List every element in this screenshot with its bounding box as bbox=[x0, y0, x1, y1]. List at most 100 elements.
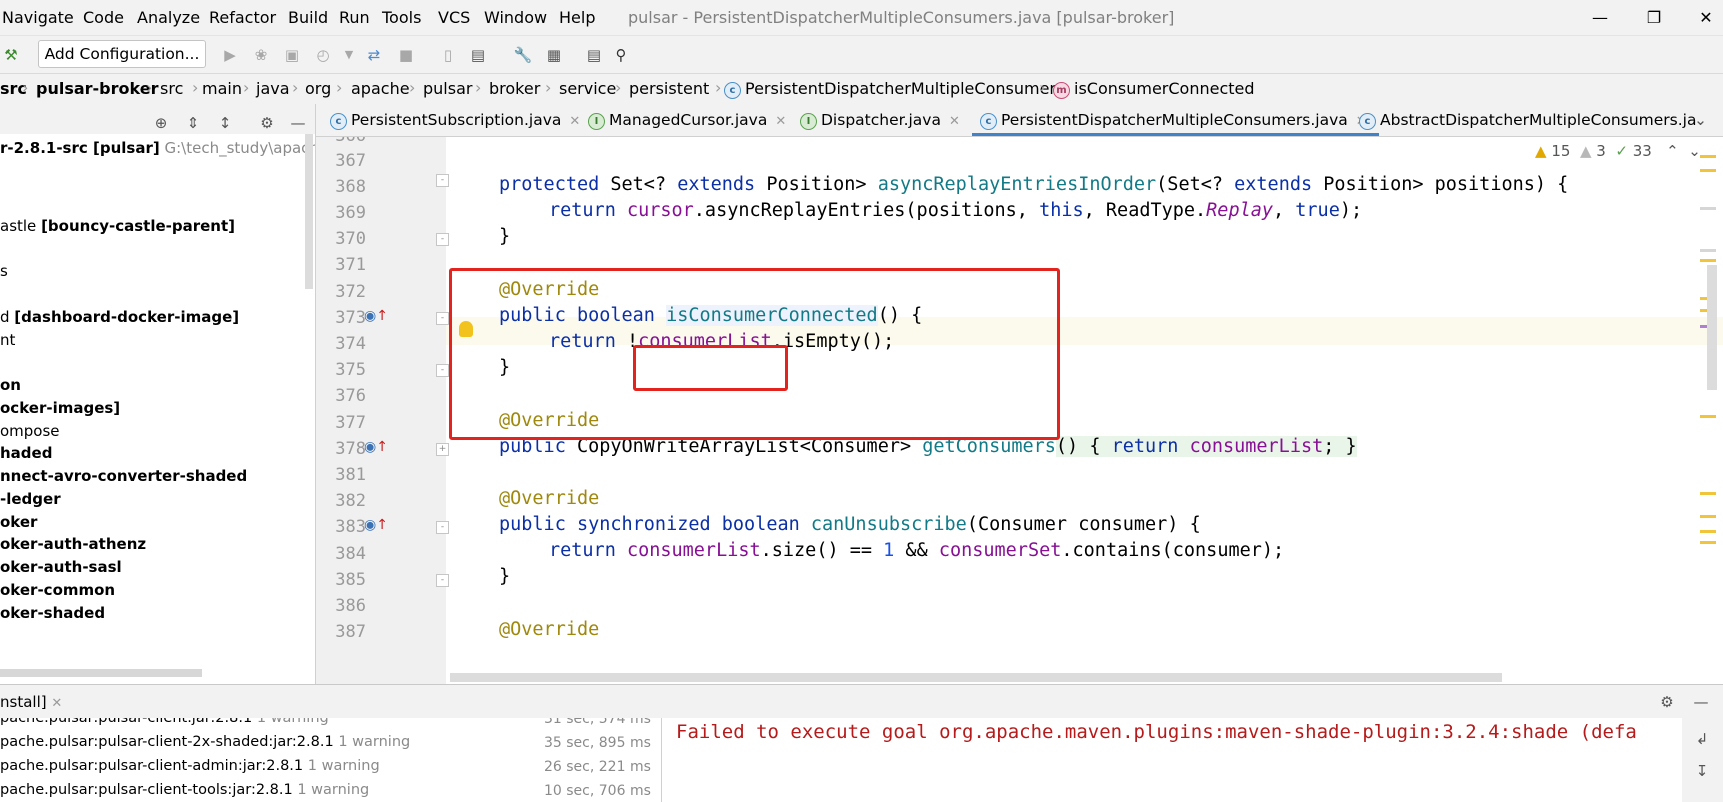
fold-marker-icon[interactable]: - bbox=[436, 233, 449, 246]
crumb-persistent[interactable]: persistent bbox=[629, 79, 709, 98]
tree-item[interactable]: nnect-avro-converter-shaded bbox=[0, 467, 247, 485]
list-item[interactable]: pache.pulsar:pulsar-client.jar:2.8.1 1 w… bbox=[0, 718, 329, 726]
project-structure-icon[interactable]: ▦ bbox=[543, 44, 565, 66]
add-configuration-button[interactable]: Add Configuration... bbox=[38, 40, 206, 68]
crumb-java[interactable]: java bbox=[256, 79, 290, 98]
tree-item[interactable]: oker-auth-sasl bbox=[0, 558, 122, 576]
menu-vcs[interactable]: VCS bbox=[438, 8, 470, 27]
close-tab-icon[interactable]: ✕ bbox=[949, 114, 960, 129]
override-marker-icon[interactable]: ◉↑ bbox=[364, 517, 388, 533]
restore-icon[interactable]: ❐ bbox=[1634, 4, 1674, 32]
crumb-src[interactable]: src bbox=[160, 79, 183, 98]
tree-item[interactable]: nt bbox=[0, 331, 15, 349]
tree-item[interactable]: haded bbox=[0, 444, 52, 462]
crumb-apache[interactable]: apache bbox=[351, 79, 410, 98]
profile-icon[interactable]: ◴ bbox=[312, 44, 334, 66]
error-stripe-mark[interactable] bbox=[1700, 155, 1716, 158]
stop-icon[interactable]: ■ bbox=[395, 44, 417, 66]
more-run-dropdown-icon[interactable]: ▼ bbox=[338, 44, 360, 66]
run-tab[interactable]: nstall] ✕ bbox=[0, 693, 62, 711]
fold-marker-icon[interactable]: - bbox=[436, 312, 449, 325]
tree-item[interactable]: oker-shaded bbox=[0, 604, 105, 622]
close-run-tab-icon[interactable]: ✕ bbox=[51, 696, 62, 711]
tab-list-chevron-icon[interactable]: ⌄ bbox=[1694, 104, 1707, 136]
error-stripe-mark[interactable] bbox=[1700, 541, 1716, 544]
menu-analyze[interactable]: Analyze bbox=[137, 8, 200, 27]
fold-marker-icon[interactable]: - bbox=[436, 521, 449, 534]
menu-code[interactable]: Code bbox=[83, 8, 124, 27]
tree-item[interactable]: astle [bouncy-castle-parent] bbox=[0, 217, 235, 235]
crumb-main[interactable]: main bbox=[202, 79, 242, 98]
device-icon[interactable]: ▯ bbox=[437, 44, 459, 66]
tab-abstract-dispatcher-multiple-consumers[interactable]: c AbstractDispatcherMultipleConsumers.ja bbox=[1359, 104, 1696, 136]
tree-item[interactable]: oker-auth-athenz bbox=[0, 535, 146, 553]
locate-icon[interactable]: ⊕ bbox=[150, 112, 172, 134]
tree-item[interactable]: s bbox=[0, 262, 8, 280]
collapse-all-icon[interactable]: ↕ bbox=[214, 112, 236, 134]
soft-wrap-icon[interactable]: ↲ bbox=[1691, 728, 1713, 750]
crumb-org[interactable]: org bbox=[305, 79, 331, 98]
menu-window[interactable]: Window bbox=[484, 8, 547, 27]
error-stripe-mark[interactable] bbox=[1700, 515, 1716, 518]
previous-highlight-icon[interactable]: ⌃ bbox=[1666, 142, 1679, 160]
tab-persistent-dispatcher-multiple-consumers[interactable]: c PersistentDispatcherMultipleConsumers.j… bbox=[972, 104, 1379, 136]
project-root[interactable]: r-2.8.1-src [pulsar] G:\tech_study\apach… bbox=[0, 139, 315, 157]
gear-icon[interactable]: ⚙ bbox=[1656, 691, 1678, 713]
error-stripe-mark[interactable] bbox=[1700, 492, 1716, 495]
sdk-icon[interactable]: ▤ bbox=[467, 44, 489, 66]
crumb-class[interactable]: c PersistentDispatcherMultipleConsumers bbox=[724, 79, 1064, 99]
override-marker-icon[interactable]: ◉↑ bbox=[364, 308, 388, 324]
crumb-module[interactable]: pulsar-broker bbox=[36, 79, 158, 98]
hide-panel-icon[interactable]: — bbox=[287, 112, 309, 134]
menu-tools[interactable]: Tools bbox=[382, 8, 421, 27]
tree-item[interactable]: d [dashboard-docker-image] bbox=[0, 308, 239, 326]
fold-marker-icon[interactable]: + bbox=[436, 443, 449, 456]
tree-item[interactable]: oker-common bbox=[0, 581, 115, 599]
attach-icon[interactable]: ⇄ bbox=[363, 44, 385, 66]
tree-item[interactable]: on bbox=[0, 376, 21, 394]
project-vertical-scrollbar[interactable] bbox=[305, 134, 313, 289]
menu-refactor[interactable]: Refactor bbox=[209, 8, 276, 27]
menu-run[interactable]: Run bbox=[339, 8, 370, 27]
tree-item[interactable]: ompose bbox=[0, 422, 60, 440]
menu-help[interactable]: Help bbox=[559, 8, 595, 27]
settings-wrench-icon[interactable]: 🔧 bbox=[512, 44, 534, 66]
error-stripe-mark[interactable] bbox=[1700, 259, 1716, 262]
editor-horizontal-scrollbar[interactable] bbox=[450, 673, 1502, 682]
inspection-widget[interactable]: ▲ 15 ▲ 3 ✓ 33 ⌃ ⌄ bbox=[1535, 142, 1701, 160]
error-stripe-mark[interactable] bbox=[1700, 530, 1716, 533]
minimize-icon[interactable]: — bbox=[1580, 4, 1620, 32]
menu-navigate[interactable]: Navigate bbox=[2, 8, 74, 27]
coverage-icon[interactable]: ▣ bbox=[281, 44, 303, 66]
run-icon[interactable]: ▶ bbox=[219, 44, 241, 66]
project-horizontal-scrollbar[interactable] bbox=[0, 669, 202, 677]
close-tab-icon[interactable]: ✕ bbox=[775, 114, 786, 129]
console-output[interactable]: Failed to execute goal org.apache.maven.… bbox=[662, 718, 1682, 802]
override-marker-icon[interactable]: ◉↑ bbox=[364, 439, 388, 455]
tree-item[interactable]: ocker-images] bbox=[0, 399, 120, 417]
hide-panel-icon[interactable]: — bbox=[1690, 691, 1712, 713]
editor-vertical-scrollbar[interactable] bbox=[1707, 265, 1717, 390]
menu-build[interactable]: Build bbox=[288, 8, 328, 27]
code-editor[interactable]: 366 367 368 369 370 371 372 373 374 375 … bbox=[316, 137, 1723, 684]
tree-item[interactable]: -ledger bbox=[0, 490, 61, 508]
crumb-pulsar[interactable]: pulsar bbox=[423, 79, 472, 98]
list-item[interactable]: pache.pulsar:pulsar-client-tools:jar:2.8… bbox=[0, 782, 369, 798]
crumb-broker[interactable]: broker bbox=[489, 79, 540, 98]
error-stripe-mark[interactable] bbox=[1700, 169, 1716, 172]
next-highlight-icon[interactable]: ⌄ bbox=[1688, 142, 1701, 160]
close-tab-icon[interactable]: ✕ bbox=[569, 114, 580, 129]
fold-marker-icon[interactable]: - bbox=[436, 364, 449, 377]
build-hammer-icon[interactable]: ⚒ bbox=[0, 44, 22, 66]
search-icon[interactable]: ⚲ bbox=[610, 44, 632, 66]
list-item[interactable]: pache.pulsar:pulsar-client-admin:jar:2.8… bbox=[0, 758, 380, 774]
terminal-icon[interactable]: ▤ bbox=[583, 44, 605, 66]
tab-managed-cursor[interactable]: I ManagedCursor.java ✕ bbox=[588, 104, 786, 136]
tree-item[interactable]: oker bbox=[0, 513, 37, 531]
scroll-to-end-icon[interactable]: ↧ bbox=[1691, 760, 1713, 782]
error-stripe-mark[interactable] bbox=[1700, 415, 1716, 418]
gear-icon[interactable]: ⚙ bbox=[256, 112, 278, 134]
fold-marker-icon[interactable]: - bbox=[436, 174, 449, 187]
list-item[interactable]: pache.pulsar:pulsar-client-2x-shaded:jar… bbox=[0, 734, 410, 750]
close-window-icon[interactable]: ✕ bbox=[1686, 4, 1723, 32]
